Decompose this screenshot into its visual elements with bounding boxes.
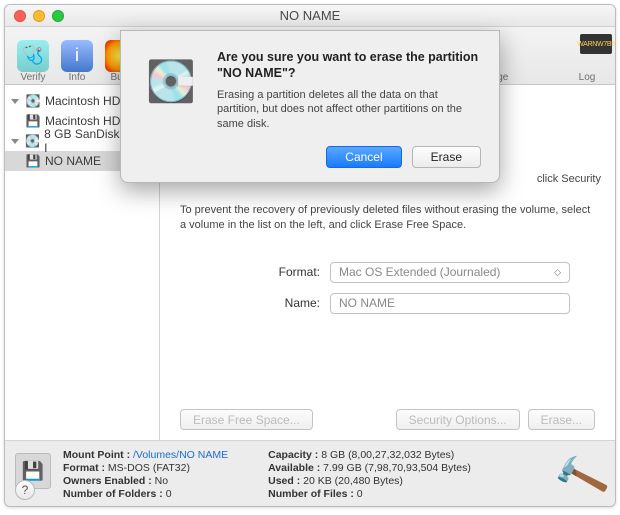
minimize-icon[interactable]: [33, 10, 45, 22]
sheet-title: Are you sure you want to erase the parti…: [217, 49, 481, 82]
footer-left-col: Mount Point : /Volumes/NO NAME Format : …: [63, 449, 228, 500]
format-label: Format:: [180, 265, 330, 279]
partial-text: click Security: [537, 173, 601, 185]
disclosure-icon[interactable]: [11, 99, 19, 104]
disk-icon: 💽: [25, 93, 41, 109]
volume-icon: 💾: [25, 153, 41, 169]
info-icon: i: [61, 40, 93, 72]
confirm-erase-button[interactable]: Erase: [412, 146, 481, 168]
confirm-erase-sheet: 💽 Are you sure you want to erase the par…: [120, 30, 500, 183]
chevron-updown-icon: ◇: [554, 267, 561, 278]
cancel-button[interactable]: Cancel: [326, 146, 401, 168]
footer-right-col: Capacity : 8 GB (8,00,27,32,032 Bytes) A…: [268, 449, 471, 500]
mount-point-link[interactable]: /Volumes/NO NAME: [133, 449, 228, 461]
traffic-lights: [5, 10, 64, 22]
name-label: Name:: [180, 296, 330, 310]
titlebar[interactable]: NO NAME: [5, 5, 615, 27]
help-button[interactable]: ?: [15, 480, 35, 500]
sheet-body: Erasing a partition deletes all the data…: [217, 88, 481, 133]
window-title: NO NAME: [5, 8, 615, 23]
bottom-buttons: Erase Free Space... Security Options... …: [160, 399, 615, 440]
disclosure-icon[interactable]: [11, 139, 19, 144]
toolbar-verify[interactable]: 🩺Verify: [11, 31, 55, 83]
erase-button[interactable]: Erase...: [528, 409, 595, 430]
disk-icon: 💽: [25, 133, 40, 149]
name-input[interactable]: NO NAME: [330, 293, 570, 314]
form-area: Format: Mac OS Extended (Journaled)◇ Nam…: [160, 242, 615, 334]
diskutility-app-icon: 💽: [139, 49, 203, 113]
toolbar-info[interactable]: iInfo: [55, 31, 99, 83]
format-select[interactable]: Mac OS Extended (Journaled)◇: [330, 262, 570, 283]
security-options-button[interactable]: Security Options...: [396, 409, 520, 430]
volume-icon: 💾: [25, 113, 41, 129]
watermark-badge: WARNW7B5: [580, 34, 612, 54]
erase-hint: To prevent the recovery of previously de…: [160, 195, 615, 242]
close-icon[interactable]: [14, 10, 26, 22]
footer: 💾 Mount Point : /Volumes/NO NAME Format …: [5, 440, 615, 506]
verify-icon: 🩺: [17, 40, 49, 72]
zoom-icon[interactable]: [52, 10, 64, 22]
erase-free-space-button[interactable]: Erase Free Space...: [180, 409, 313, 430]
